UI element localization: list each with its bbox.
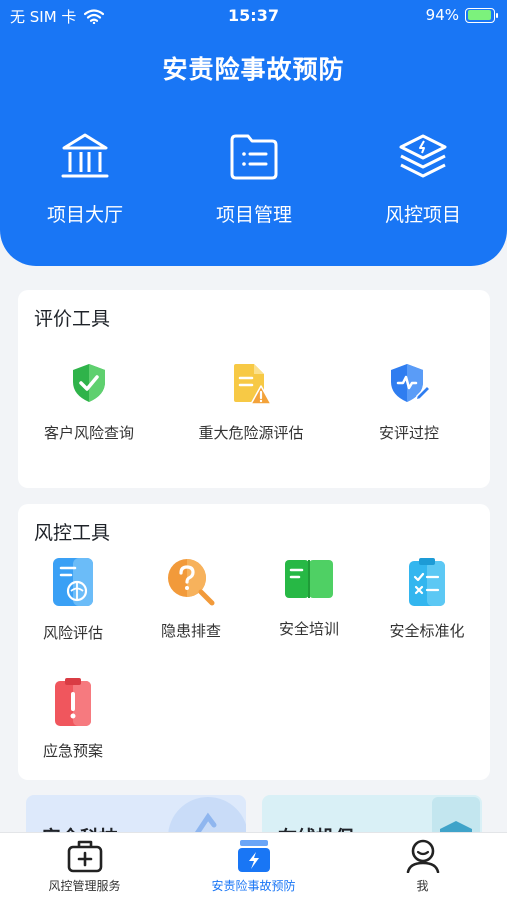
lightning-box-icon	[237, 840, 270, 872]
shield-edit-icon	[391, 364, 431, 402]
tool-customer-risk-label: 客户风险查询	[43, 424, 134, 442]
tool-major-hazard[interactable]: 重大危险源评估	[180, 362, 322, 443]
nav-risk-project[interactable]: 风控项目	[348, 130, 498, 227]
nav-risk-project-label: 风控项目	[384, 204, 461, 226]
tool-safety-standard[interactable]: 安全标准化	[372, 556, 482, 641]
tab-bar: 风控管理服务 安责险事故预防 我	[0, 832, 507, 900]
medical-kit-icon	[67, 840, 102, 873]
tool-hazard-inspection[interactable]: 隐患排查	[136, 556, 246, 641]
document-warning-icon	[234, 364, 272, 405]
tab-risk-management-label: 风控管理服务	[48, 879, 121, 893]
evaluation-tools-card: 评价工具 客户风险查询 重大危险源评估 安评过控	[18, 290, 490, 488]
page-title: 安责险事故预防	[162, 55, 345, 84]
tool-major-hazard-label: 重大危险源评估	[198, 424, 304, 442]
status-bar: 无 SIM 卡 15:37 94%	[0, 0, 507, 30]
risk-tools-title: 风控工具	[34, 522, 111, 544]
tool-safety-standard-label: 安全标准化	[389, 622, 465, 640]
tool-emergency-plan[interactable]: 应急预案	[18, 676, 128, 761]
tool-safety-training[interactable]: 安全培训	[254, 556, 364, 639]
tool-customer-risk[interactable]: 客户风险查询	[18, 362, 160, 443]
tab-accident-prevention[interactable]: 安责险事故预防	[169, 839, 338, 894]
battery-icon	[465, 7, 498, 23]
tool-risk-assessment-label: 风险评估	[42, 624, 103, 642]
battery-level	[467, 10, 491, 20]
checklist-icon	[409, 558, 445, 606]
layers-icon	[399, 134, 447, 178]
tool-safety-eval-control[interactable]: 安评过控	[338, 362, 480, 443]
nav-project-manage[interactable]: 项目管理	[179, 130, 329, 227]
tool-hazard-inspection-label: 隐患排查	[160, 622, 221, 640]
book-icon	[285, 560, 333, 598]
shield-check-icon	[73, 364, 105, 402]
emergency-clipboard-icon	[55, 678, 91, 726]
tool-risk-assessment[interactable]: 风险评估	[18, 556, 128, 643]
battery-percent: 94%	[425, 6, 459, 24]
quick-nav: 项目大厅 项目管理 风控项目	[0, 130, 507, 240]
nav-project-manage-label: 项目管理	[215, 204, 292, 226]
tab-me[interactable]: 我	[338, 839, 507, 894]
header: 无 SIM 卡 15:37 94% 安责险事故预防 项目大厅 项目管理 风控项目	[0, 0, 507, 266]
risk-assessment-icon	[53, 558, 93, 606]
tool-safety-eval-control-label: 安评过控	[378, 424, 439, 442]
risk-tools-card: 风控工具 风险评估 隐患排查 安全培训 安全标准化 应急预案	[18, 504, 490, 780]
user-icon	[406, 839, 439, 873]
tool-emergency-plan-label: 应急预案	[42, 742, 103, 760]
nav-project-hall[interactable]: 项目大厅	[10, 130, 160, 227]
tab-risk-management[interactable]: 风控管理服务	[0, 839, 169, 894]
hall-icon	[61, 133, 109, 178]
tab-accident-prevention-label: 安责险事故预防	[211, 879, 296, 893]
evaluation-tools-title: 评价工具	[34, 308, 111, 330]
tool-safety-training-label: 安全培训	[278, 620, 339, 638]
folder-list-icon	[230, 134, 278, 180]
nav-project-hall-label: 项目大厅	[46, 204, 123, 226]
question-search-icon	[168, 559, 215, 606]
tab-me-label: 我	[416, 879, 429, 893]
